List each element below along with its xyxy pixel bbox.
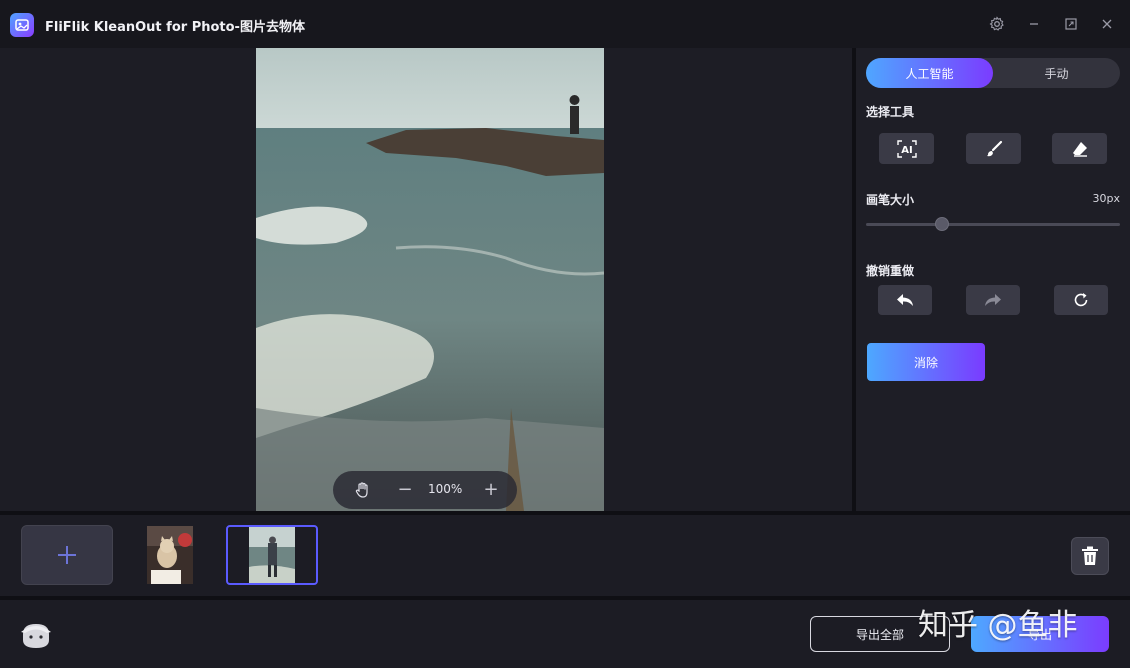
select-tool-label: 选择工具 — [866, 105, 915, 119]
cat-photo-thumbnail-image — [147, 526, 193, 584]
brush-size-slider-thumb[interactable] — [935, 217, 950, 231]
brush-size-slider-track[interactable] — [866, 223, 1120, 226]
close-icon — [1102, 19, 1112, 29]
hand-icon — [355, 482, 368, 498]
ai-select-icon: AI — [896, 139, 917, 158]
mascot-button[interactable] — [19, 618, 53, 650]
tool-panel: 人工智能 手动 选择工具 AI 画笔大小 30px 撤销重做 消除 — [856, 48, 1130, 511]
maximize-icon — [1065, 18, 1077, 30]
brush-icon — [986, 140, 1002, 156]
maximize-button[interactable] — [1061, 14, 1081, 34]
tab-ai-mode[interactable]: 人工智能 — [866, 58, 993, 88]
minimize-button[interactable] — [1024, 14, 1044, 34]
add-image-button[interactable] — [21, 525, 113, 585]
zoom-toolbar: − 100% + — [333, 471, 517, 509]
delete-image-button[interactable] — [1071, 537, 1109, 575]
undo-icon — [897, 294, 913, 306]
beach-photo-thumbnail-image — [249, 527, 295, 583]
eraser-button[interactable] — [1052, 133, 1107, 164]
zoom-out-button[interactable]: − — [397, 480, 413, 500]
redo-button[interactable] — [966, 285, 1020, 315]
zoom-in-button[interactable]: + — [483, 480, 499, 500]
redo-icon — [985, 294, 1001, 306]
title-bar: FliFlik KleanOut for Photo-图片去物体 — [0, 0, 1130, 48]
plus-icon — [58, 546, 76, 564]
watermark-text: 知乎 @鱼非 — [918, 608, 1078, 643]
settings-icon — [989, 16, 1004, 31]
zoom-level: 100% — [428, 482, 463, 496]
app-logo — [10, 13, 34, 37]
app-title: FliFlik KleanOut for Photo-图片去物体 — [45, 20, 305, 35]
brush-button[interactable] — [966, 133, 1021, 164]
mascot-icon — [21, 624, 51, 648]
mode-toggle: 人工智能 手动 — [866, 58, 1120, 88]
brush-size-value: 30px — [1092, 192, 1121, 205]
pan-tool-button[interactable] — [353, 480, 373, 500]
beach-photo-image — [256, 48, 604, 511]
minimize-icon — [1030, 23, 1038, 25]
tab-manual-mode[interactable]: 手动 — [993, 58, 1120, 88]
thumbnail-cat-photo[interactable] — [124, 525, 216, 585]
ai-select-button[interactable]: AI — [879, 133, 934, 164]
reset-icon — [1074, 293, 1088, 307]
thumbnail-beach-photo[interactable] — [226, 525, 318, 585]
app-logo-icon — [15, 19, 29, 31]
settings-button[interactable] — [987, 14, 1007, 34]
canvas-area: − 100% + — [0, 48, 852, 511]
reset-button[interactable] — [1054, 285, 1108, 315]
undo-button[interactable] — [878, 285, 932, 315]
footer: 导出全部 导出 知乎 @鱼非 — [0, 600, 1130, 668]
close-button[interactable] — [1097, 14, 1117, 34]
erase-button[interactable]: 消除 — [867, 343, 985, 381]
undo-redo-label: 撤销重做 — [866, 264, 915, 278]
edited-photo[interactable] — [256, 48, 604, 511]
trash-icon — [1082, 546, 1098, 565]
brush-size-label: 画笔大小 — [866, 193, 915, 207]
filmstrip — [0, 515, 1130, 596]
app-window: FliFlik KleanOut for Photo-图片去物体 − 100% … — [0, 0, 1130, 668]
svg-text:AI: AI — [901, 145, 912, 156]
eraser-icon — [1072, 141, 1087, 157]
